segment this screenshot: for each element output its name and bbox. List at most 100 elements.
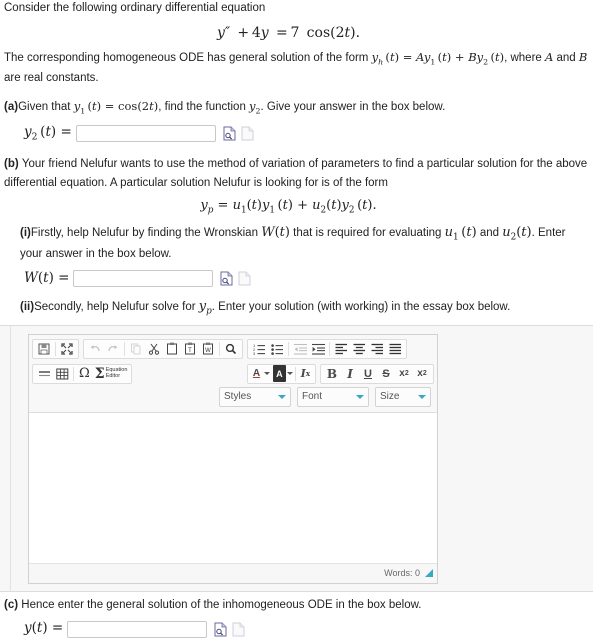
background-color-chevron-down-icon[interactable]: [286, 372, 293, 376]
editor-status-bar: Words: 0: [29, 563, 437, 583]
text-color-icon[interactable]: A: [250, 365, 263, 382]
left-margin-rule: [10, 325, 11, 591]
outdent-icon[interactable]: [291, 340, 309, 357]
styles-dropdown[interactable]: Styles: [219, 386, 291, 407]
paste-icon[interactable]: [163, 340, 181, 357]
toolbar-group-insert: Ω Σ Equation Editor: [32, 363, 133, 384]
intro-line-3: are real constants.: [4, 71, 99, 84]
part-c-answer-label: y(t) =: [24, 620, 64, 637]
intro-block: Consider the following ordinary differen…: [0, 0, 593, 86]
redo-icon[interactable]: [104, 340, 122, 357]
underline-icon[interactable]: U: [359, 365, 377, 382]
main-equation: y″ + 4y = 7 cos(2t).: [216, 24, 361, 41]
part-a-answer-row: y2 (t) =: [4, 123, 593, 144]
intro-line-2-pre: The corresponding homogeneous ODE has ge…: [4, 51, 372, 64]
justify-icon[interactable]: [386, 340, 404, 357]
svg-text:T: T: [188, 348, 192, 354]
intro-line-1: Consider the following ordinary differen…: [4, 2, 266, 14]
part-b-i-input[interactable]: [73, 270, 214, 287]
editor-content-area[interactable]: [29, 412, 437, 564]
toolbar-separator: [124, 341, 125, 356]
special-character-icon[interactable]: Ω: [76, 365, 93, 382]
part-a-input[interactable]: [75, 124, 216, 142]
part-c-label: (c): [4, 598, 19, 611]
preview-document-icon[interactable]: [220, 271, 233, 286]
toolbar-row-2: Ω Σ Equation Editor A A I x B I U S x 2 …: [32, 363, 434, 385]
text-color-chevron-down-icon[interactable]: [264, 372, 271, 376]
toolbar-row-1: T W 123: [32, 338, 434, 360]
bold-icon[interactable]: B: [323, 365, 341, 382]
chevron-down-icon: [418, 394, 426, 399]
part-c-text: Hence enter the general solution of the …: [21, 598, 422, 611]
bulleted-list-icon[interactable]: [268, 340, 286, 357]
undo-icon[interactable]: [86, 340, 104, 357]
part-b-block: (b) Your friend Nelufur wants to use the…: [0, 156, 593, 319]
toolbar-group-clipboard: T W: [83, 338, 243, 359]
part-c-prompt: (c) Hence enter the general solution of …: [4, 597, 593, 614]
resize-handle[interactable]: [425, 569, 433, 578]
part-b-i-text-and: and: [476, 226, 503, 239]
chevron-down-icon: [278, 394, 286, 399]
part-b-text-2: differential equation. A particular solu…: [4, 176, 388, 189]
part-a-block: (a)Given that y1 (t) = cos(2t), find the…: [0, 98, 593, 144]
part-b-ii-text-post: . Enter your solution (with working) in …: [211, 301, 511, 314]
align-right-icon[interactable]: [368, 340, 386, 357]
indent-icon[interactable]: [309, 340, 327, 357]
part-a-text-pre: Given that: [18, 101, 74, 114]
part-b-ii-text-pre: Secondly, help Nelufur solve for: [34, 301, 199, 314]
toolbar-group-paragraph: 123: [247, 338, 407, 359]
font-dropdown-label: Font: [302, 391, 323, 403]
paste-text-icon[interactable]: T: [181, 340, 199, 357]
part-a-answer-label: y2 (t) =: [24, 123, 72, 143]
size-dropdown[interactable]: Size: [375, 386, 431, 407]
paste-from-word-icon[interactable]: W: [199, 340, 217, 357]
table-icon[interactable]: [53, 365, 71, 382]
preview-document-icon[interactable]: [214, 622, 227, 637]
cut-icon[interactable]: [145, 340, 163, 357]
part-b-i-answer-label: W(t) =: [24, 269, 70, 286]
align-left-icon[interactable]: [332, 340, 350, 357]
toolbar-separator: [294, 366, 296, 381]
equation-editor-button[interactable]: Σ Equation Editor: [93, 365, 130, 382]
horizontal-rule-icon[interactable]: [35, 365, 53, 382]
background-color-icon[interactable]: A: [273, 365, 286, 383]
toolbar-separator: [219, 341, 220, 356]
part-b-i-label: (i): [20, 226, 31, 239]
remove-format-icon[interactable]: Ix: [298, 365, 313, 382]
part-a-prompt: (a)Given that y1 (t) = cos(2t), find the…: [4, 99, 446, 116]
copy-icon[interactable]: [127, 340, 145, 357]
save-icon[interactable]: [35, 340, 53, 357]
part-b-ii-label: (ii): [20, 301, 35, 314]
superscript-icon[interactable]: x2: [413, 365, 431, 382]
part-b-i-text-pre: Firstly, help Nelufur by finding the Wro…: [30, 226, 262, 239]
part-c-icon-group: [214, 622, 245, 637]
toolbar-right-groups: A A Ix B I U S x2 x 2: [246, 363, 434, 384]
font-dropdown[interactable]: Font: [297, 386, 369, 407]
equation-editor-label-line2: Editor: [105, 372, 121, 379]
toolbar-group-document: [32, 338, 79, 359]
strikethrough-icon[interactable]: S: [377, 365, 395, 382]
blank-document-icon[interactable]: [232, 622, 245, 637]
subscript-icon[interactable]: x2: [395, 365, 413, 382]
align-center-icon[interactable]: [350, 340, 368, 357]
part-c-input[interactable]: [67, 620, 208, 638]
preview-document-icon[interactable]: [223, 126, 236, 141]
part-a-text-post: . Give your answer in the box below.: [260, 101, 446, 114]
svg-text:3: 3: [253, 351, 256, 355]
numbered-list-icon[interactable]: 123: [250, 340, 268, 357]
size-dropdown-label: Size: [380, 391, 400, 403]
blank-document-icon[interactable]: [241, 126, 254, 141]
intro-line-2: The corresponding homogeneous ODE has ge…: [4, 49, 588, 67]
part-b-equation: yp = u1(t)y1 (t) + u2(t)y2 (t).: [200, 198, 377, 216]
blank-document-icon[interactable]: [238, 271, 251, 286]
part-b-i-icon-group: [220, 271, 251, 286]
part-b-text-1-body: Your friend Nelufur wants to use the met…: [21, 157, 588, 170]
svg-text:W: W: [205, 348, 211, 354]
part-a-text-mid: , find the function: [158, 101, 250, 114]
maximize-icon[interactable]: [58, 340, 76, 357]
chevron-down-icon: [356, 394, 364, 399]
toolbar-group-basic-styles: B I U S x2 x2: [320, 363, 434, 384]
rich-text-editor: T W 123 Ω Σ Equation Editor A A I x B I …: [28, 333, 438, 584]
italic-icon[interactable]: I: [341, 365, 359, 382]
search-icon[interactable]: [222, 340, 240, 357]
